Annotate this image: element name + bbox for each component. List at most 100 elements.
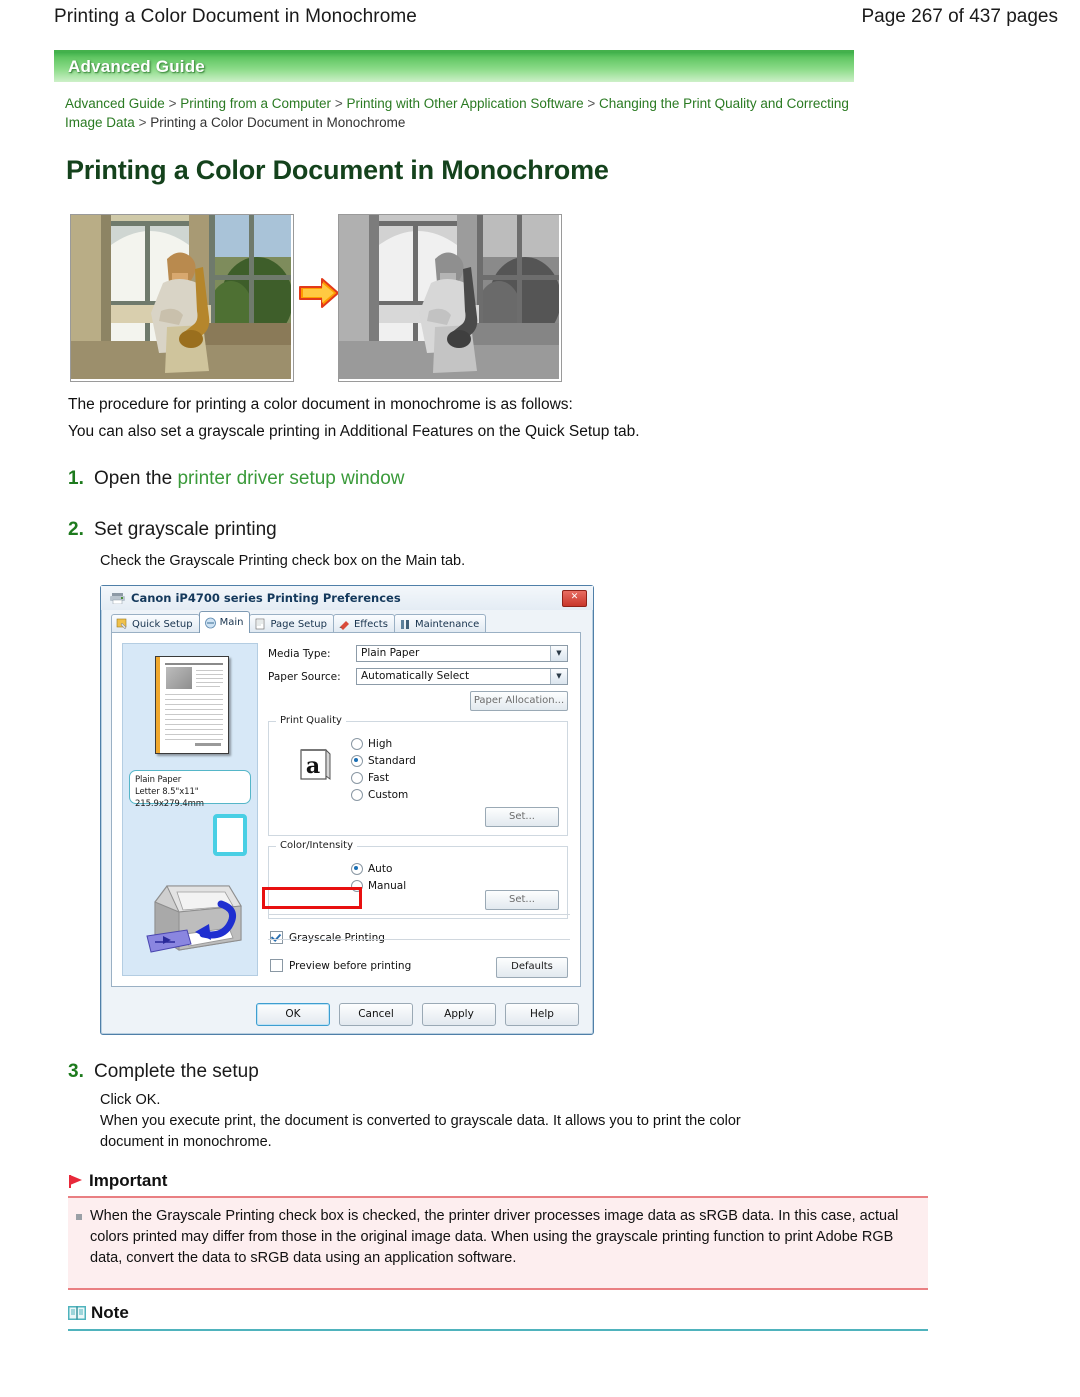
note-heading-label: Note bbox=[91, 1303, 129, 1322]
tab-quick-setup[interactable]: Quick Setup bbox=[111, 614, 200, 633]
step-3: 3. Complete the setup bbox=[68, 1061, 259, 1083]
grayscale-printing-row[interactable]: Grayscale Printing bbox=[270, 931, 568, 944]
dialog-title-bar[interactable]: Canon iP4700 series Printing Preferences… bbox=[101, 586, 593, 610]
step-3-text: Complete the setup bbox=[94, 1061, 259, 1082]
media-type-row: Media Type: Plain Paper ▼ bbox=[268, 645, 568, 662]
chevron-down-icon[interactable]: ▼ bbox=[550, 669, 567, 684]
print-quality-option-high[interactable]: High bbox=[351, 735, 567, 752]
step-2: 2. Set grayscale printing bbox=[68, 519, 277, 541]
preview-line bbox=[165, 694, 223, 695]
color-intensity-title: Color/Intensity bbox=[276, 840, 358, 851]
tab-main[interactable]: Main bbox=[198, 611, 251, 633]
note-book-icon bbox=[68, 1306, 86, 1320]
step-3-body-line-3: document in monochrome. bbox=[100, 1134, 272, 1150]
preview-line bbox=[196, 686, 220, 687]
breadcrumb-separator-0: > bbox=[168, 96, 177, 111]
preview-line bbox=[165, 704, 223, 705]
radio-standard[interactable] bbox=[351, 754, 363, 767]
paper-source-label: Paper Source: bbox=[268, 670, 341, 683]
preview-line bbox=[165, 699, 223, 700]
preview-line bbox=[165, 719, 223, 720]
tab-page-setup-label: Page Setup bbox=[270, 618, 327, 630]
radio-high[interactable] bbox=[351, 737, 363, 750]
apply-button[interactable]: Apply bbox=[422, 1003, 496, 1026]
step-2-body: Check the Grayscale Printing check box o… bbox=[100, 553, 466, 569]
breadcrumb-separator-1: > bbox=[334, 96, 343, 111]
print-quality-fast-label: Fast bbox=[368, 771, 390, 784]
printer-driver-setup-window-link[interactable]: printer driver setup window bbox=[177, 468, 404, 489]
step-3-body-line-1: Click OK. bbox=[100, 1092, 161, 1108]
paper-source-select[interactable]: Automatically Select ▼ bbox=[356, 668, 568, 685]
preview-before-printing-label: Preview before printing bbox=[289, 959, 412, 972]
breadcrumb-item-2[interactable]: Printing with Other Application Software bbox=[346, 96, 583, 111]
radio-auto[interactable] bbox=[351, 862, 363, 875]
page-number-label: Page 267 of 437 pages bbox=[861, 6, 1058, 27]
breadcrumb-item-current: Printing a Color Document in Monochrome bbox=[150, 115, 406, 130]
media-type-label: Media Type: bbox=[268, 647, 331, 660]
preview-before-printing-checkbox[interactable] bbox=[270, 959, 283, 972]
main-tab-icon bbox=[204, 617, 217, 629]
print-quality-option-standard[interactable]: Standard bbox=[351, 752, 567, 769]
page-header-title: Printing a Color Document in Monochrome bbox=[54, 6, 417, 27]
print-quality-options: High Standard Fast Custom bbox=[351, 735, 567, 803]
intro-line-1: The procedure for printing a color docum… bbox=[68, 396, 573, 413]
color-photo-svg bbox=[71, 215, 291, 379]
note-heading: Note bbox=[68, 1303, 129, 1323]
cancel-button[interactable]: Cancel bbox=[339, 1003, 413, 1026]
preview-line bbox=[196, 678, 223, 679]
paper-info-box: Plain Paper Letter 8.5"x11" 215.9x279.4m… bbox=[129, 770, 251, 809]
print-quality-custom-label: Custom bbox=[368, 788, 409, 801]
preview-line bbox=[196, 674, 223, 675]
preview-image-block bbox=[166, 667, 192, 689]
tab-effects[interactable]: Effects bbox=[332, 614, 395, 633]
important-flag-icon bbox=[69, 1175, 82, 1188]
chevron-down-icon[interactable]: ▼ bbox=[550, 646, 567, 661]
color-sample-image bbox=[70, 214, 294, 382]
dialog-button-row: OK Cancel Apply Help bbox=[101, 1003, 593, 1026]
grayscale-printing-checkbox[interactable] bbox=[270, 931, 283, 944]
radio-custom[interactable] bbox=[351, 788, 363, 801]
defaults-button[interactable]: Defaults bbox=[496, 957, 568, 978]
intro-line-2: You can also set a grayscale printing in… bbox=[68, 423, 640, 440]
print-quality-high-label: High bbox=[368, 737, 393, 750]
tab-maintenance[interactable]: Maintenance bbox=[393, 614, 487, 633]
print-quality-standard-label: Standard bbox=[368, 754, 416, 767]
color-intensity-set-button[interactable]: Set... bbox=[485, 890, 559, 910]
color-intensity-auto-label: Auto bbox=[368, 862, 393, 875]
preview-footer-bar bbox=[195, 743, 221, 746]
printing-preferences-dialog: Canon iP4700 series Printing Preferences… bbox=[100, 585, 594, 1035]
media-type-select[interactable]: Plain Paper ▼ bbox=[356, 645, 568, 662]
breadcrumb-item-1[interactable]: Printing from a Computer bbox=[180, 96, 331, 111]
preview-line bbox=[165, 729, 223, 730]
important-heading-label: Important bbox=[89, 1171, 168, 1190]
page-setup-icon bbox=[254, 618, 267, 630]
ok-button[interactable]: OK bbox=[256, 1003, 330, 1026]
dialog-tabs: Quick Setup Main Page Setup Effects Main… bbox=[111, 611, 487, 633]
tab-maintenance-label: Maintenance bbox=[414, 618, 480, 630]
paper-info-line-2: Letter 8.5"x11" 215.9x279.4mm bbox=[135, 787, 204, 809]
important-bullet-list: When the Grayscale Printing check box is… bbox=[68, 1198, 928, 1269]
color-intensity-option-auto[interactable]: Auto bbox=[351, 860, 567, 877]
sample-images bbox=[70, 214, 590, 382]
arrow-icon bbox=[298, 276, 340, 310]
quality-letter-a-icon: a bbox=[300, 748, 331, 780]
tab-page-setup[interactable]: Page Setup bbox=[249, 614, 334, 633]
paper-allocation-button[interactable]: Paper Allocation... bbox=[470, 691, 568, 711]
dialog-panel-main: Plain Paper Letter 8.5"x11" 215.9x279.4m… bbox=[111, 632, 581, 987]
important-heading: Important bbox=[68, 1171, 167, 1191]
print-quality-group: Print Quality a High Standard Fast Custo… bbox=[268, 715, 568, 836]
step-1-text: Open the printer driver setup window bbox=[94, 468, 405, 490]
radio-fast[interactable] bbox=[351, 771, 363, 784]
preview-line bbox=[165, 734, 223, 735]
print-quality-option-fast[interactable]: Fast bbox=[351, 769, 567, 786]
help-button[interactable]: Help bbox=[505, 1003, 579, 1026]
paper-source-value: Automatically Select bbox=[361, 670, 470, 682]
preview-line bbox=[165, 714, 223, 715]
close-icon[interactable]: ✕ bbox=[562, 590, 587, 607]
document-preview-thumbnail bbox=[155, 656, 229, 754]
print-quality-set-button[interactable]: Set... bbox=[485, 807, 559, 827]
svg-text:a: a bbox=[306, 753, 320, 779]
page-header: Printing a Color Document in Monochrome … bbox=[0, 0, 1080, 34]
breadcrumb-item-0[interactable]: Advanced Guide bbox=[65, 96, 165, 111]
print-quality-option-custom[interactable]: Custom bbox=[351, 786, 567, 803]
